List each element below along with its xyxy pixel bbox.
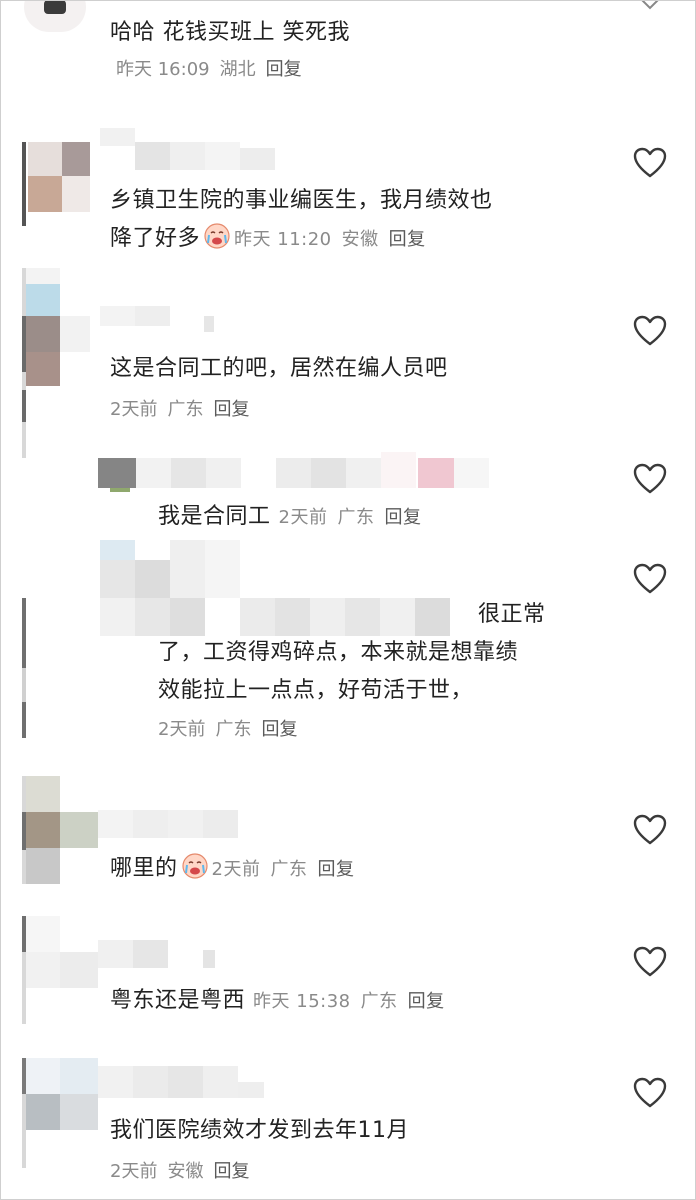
comment-time: 2天前: [110, 1161, 158, 1182]
avatar[interactable]: [98, 458, 136, 492]
reply-button[interactable]: 回复: [213, 1161, 249, 1182]
comment-time: 2天前: [278, 507, 328, 528]
comment-text-content: 哪里的: [110, 856, 178, 881]
heart-outline-icon[interactable]: [633, 1077, 667, 1109]
heart-outline-icon[interactable]: [633, 946, 667, 978]
heart-outline-icon[interactable]: [633, 563, 667, 595]
comment-location: 湖北: [219, 59, 256, 80]
username-redacted[interactable]: [98, 1066, 268, 1102]
avatar[interactable]: [24, 0, 86, 32]
reply-button[interactable]: 回复: [317, 859, 354, 880]
reply-button[interactable]: 回复: [266, 59, 302, 80]
comment-text-line-1: 很正常: [478, 602, 546, 627]
comment-location: 广东: [337, 507, 375, 528]
username-redacted[interactable]: [98, 936, 220, 972]
comment-meta: 昨天 16:09 湖北 回复: [116, 58, 312, 82]
heart-outline-icon[interactable]: [633, 147, 667, 179]
comment-text-line-2-text: 降了好多: [110, 226, 201, 251]
comment-text-line-2: 了，工资得鸡碎点，本来就是想靠绩: [158, 640, 519, 665]
comment-text: 我们医院绩效才发到去年11月: [110, 1118, 409, 1143]
comment-time: 2天前: [158, 719, 206, 740]
crying-face-emoji-icon: [204, 223, 230, 249]
reply-button[interactable]: 回复: [261, 719, 297, 740]
comment-meta: 2天前 广东 回复: [110, 398, 259, 422]
comment-meta: 2天前 安徽 回复: [110, 1160, 259, 1184]
avatar[interactable]: [22, 268, 98, 458]
avatar[interactable]: [22, 1058, 98, 1168]
reply-button[interactable]: 回复: [408, 991, 445, 1012]
username-redacted[interactable]: [100, 128, 310, 170]
comment-text: 哈哈 花钱买班上 笑死我: [110, 20, 350, 45]
comment-time: 昨天 11:20: [234, 229, 332, 250]
comment-text: 粤东还是粤西 昨天 15:38 广东 回复: [110, 984, 455, 1017]
comment-text-line-2: 降了好多 昨天 11:20 安徽 回复: [110, 222, 436, 255]
comment-text-line-1: 乡镇卫生院的事业编医生，我月绩效也: [110, 188, 493, 213]
username-redacted[interactable]: [136, 452, 492, 494]
comment-time: 昨天 16:09: [116, 59, 210, 80]
comment-meta: 2天前 广东 回复: [158, 718, 307, 742]
comment-text: 我是合同工 2天前 广东 回复: [158, 500, 431, 533]
comment-location: 广东: [167, 399, 204, 420]
comment-location: 安徽: [341, 229, 379, 250]
comment-time: 2天前: [110, 399, 158, 420]
comment-time: 昨天 15:38: [253, 991, 351, 1012]
chevron-down-icon[interactable]: [640, 0, 660, 12]
comment-location: 广东: [360, 991, 398, 1012]
username-redacted[interactable]: [62, 540, 474, 636]
comment-text: 这是合同工的吧，居然在编人员吧: [110, 356, 448, 381]
reply-button[interactable]: 回复: [213, 399, 249, 420]
heart-outline-icon[interactable]: [633, 315, 667, 347]
username-redacted[interactable]: [100, 298, 220, 338]
comment-text-line-3: 效能拉上一点点，好苟活于世，: [158, 678, 474, 703]
avatar[interactable]: [22, 776, 98, 884]
reply-button[interactable]: 回复: [389, 229, 426, 250]
comment-time: 2天前: [211, 859, 261, 880]
heart-outline-icon[interactable]: [633, 463, 667, 495]
comment-location: 广东: [215, 719, 252, 740]
comment-location: 广东: [270, 859, 308, 880]
comment-text: 哪里的 2天前 广东 回复: [110, 852, 364, 885]
crying-face-emoji-icon: [181, 853, 208, 879]
username-redacted[interactable]: [98, 800, 242, 840]
comment-text-content: 我是合同工: [158, 504, 271, 529]
reply-button[interactable]: 回复: [384, 507, 421, 528]
avatar[interactable]: [22, 142, 90, 226]
comment-text-content: 粤东还是粤西: [110, 988, 246, 1013]
heart-outline-icon[interactable]: [633, 814, 667, 846]
avatar[interactable]: [22, 916, 98, 1024]
left-edge-marker: [22, 598, 26, 738]
comment-location: 安徽: [167, 1161, 204, 1182]
